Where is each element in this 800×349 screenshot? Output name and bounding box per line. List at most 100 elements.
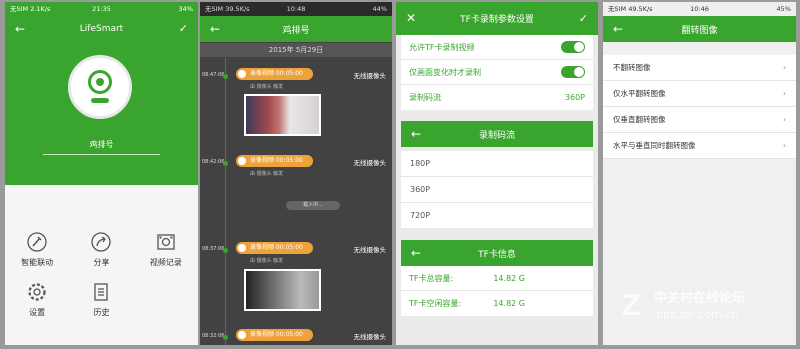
flip-option-none[interactable]: 不翻转图像 ›: [603, 55, 796, 81]
menu-label: 分享: [93, 258, 110, 267]
device-name[interactable]: 鸡排号: [5, 139, 198, 150]
menu-video-records[interactable]: 视频记录: [134, 227, 198, 268]
status-left: 无SIM 2.1K/s: [10, 5, 51, 13]
confirm-check-icon[interactable]: ✓: [179, 16, 188, 42]
record-pill[interactable]: 录像视频 00:05:00: [236, 155, 313, 167]
entry-camera: 无线摄像头: [353, 159, 387, 167]
free-capacity-row: TF卡空闲容量: 14.82 G: [401, 291, 593, 316]
back-arrow-icon[interactable]: ←: [411, 240, 421, 266]
watermark-line2: bbs.zol.com.cn: [656, 308, 738, 321]
entry-camera: 无线摄像头: [353, 333, 387, 341]
timeline-dot: [223, 74, 228, 79]
menu-settings[interactable]: 设置: [5, 277, 69, 318]
device-hero: 鸡排号: [5, 42, 198, 185]
section-title: TF卡信息: [478, 249, 516, 260]
status-battery: 44%: [372, 5, 387, 13]
timeline-dot: [223, 335, 228, 340]
date-header: 2015年 5月29日: [200, 43, 392, 57]
record-pill[interactable]: 录像视频 00:05:00: [236, 329, 313, 341]
video-thumbnail[interactable]: [244, 269, 321, 311]
chevron-right-icon: ›: [783, 63, 786, 72]
watermark-line1: 中关村在线论坛: [654, 290, 745, 306]
status-left: 无SIM 49.5K/s: [608, 5, 653, 13]
row-label: TF卡总容量:: [409, 273, 454, 283]
name-underline: [43, 154, 160, 155]
status-bar: 无SIM 39.5K/s 10:48 44%: [200, 2, 392, 16]
menu-label: 视频记录: [149, 258, 182, 267]
bitrate-option-360p[interactable]: 360P: [401, 177, 593, 203]
app-header: ← LifeSmart ✓: [5, 16, 198, 42]
row-label: 录制码流: [409, 93, 441, 102]
allow-record-row[interactable]: 允许TF卡录制视频: [401, 35, 593, 60]
entry-time: 08:42:06: [202, 159, 225, 165]
function-grid: 智能联动 分享 视频记录 设置 历史: [5, 227, 198, 318]
settings-card: 允许TF卡录制视频 仅画面变化时才录制 录制码流 360P: [401, 35, 593, 110]
bitrate-row[interactable]: 录制码流 360P: [401, 85, 593, 110]
entry-camera: 无线摄像头: [353, 72, 387, 80]
history-icon: [90, 281, 112, 303]
flip-option-both[interactable]: 水平与垂直同时翻转图像 ›: [603, 133, 796, 159]
status-bar: 无SIM 49.5K/s 10:46 45%: [603, 2, 796, 16]
bitrate-value: 360P: [564, 93, 585, 102]
option-label: 水平与垂直同时翻转图像: [613, 141, 696, 150]
back-arrow-icon[interactable]: ←: [411, 121, 421, 147]
chevron-right-icon: ›: [783, 89, 786, 98]
bitrate-header: ← 录制码流: [401, 121, 593, 147]
record-pill[interactable]: 录像视频 00:05:00: [236, 68, 313, 80]
status-left: 无SIM 39.5K/s: [205, 5, 250, 13]
entry-camera: 无线摄像头: [353, 246, 387, 254]
menu-label: 设置: [29, 308, 46, 317]
motion-record-toggle[interactable]: [561, 66, 585, 78]
bitrate-option-180p[interactable]: 180P: [401, 151, 593, 177]
back-arrow-icon[interactable]: ←: [613, 16, 623, 42]
gear-icon: [26, 281, 48, 303]
free-capacity-value: 14.82 G: [493, 299, 525, 308]
timeline-dot: [223, 248, 228, 253]
menu-smart-link[interactable]: 智能联动: [5, 227, 69, 268]
chevron-right-icon: ›: [783, 141, 786, 150]
svg-text:Z: Z: [622, 289, 640, 322]
back-arrow-icon[interactable]: ←: [210, 16, 220, 42]
flip-option-vertical[interactable]: 仅垂直翻转图像 ›: [603, 107, 796, 133]
entry-source: 由 摄像头 触发: [250, 171, 284, 177]
tf-info-header: ← TF卡信息: [401, 240, 593, 266]
timeline-dot: [223, 161, 228, 166]
close-icon[interactable]: ✕: [406, 2, 416, 35]
allow-record-toggle[interactable]: [561, 41, 585, 53]
app-header: ← 翻转图像: [603, 16, 796, 42]
row-label: TF卡空闲容量:: [409, 299, 462, 308]
status-bar: 无SIM 2.1K/s 21:35 34%: [5, 2, 198, 16]
entry-time: 08:32:06: [202, 333, 225, 339]
screen-video-timeline: 无SIM 39.5K/s 10:48 44% ← 鸡排号 2015年 5月29日…: [200, 2, 392, 345]
record-pill[interactable]: 录像视频 00:05:00: [236, 242, 313, 254]
status-battery: 45%: [776, 5, 791, 13]
forum-watermark: Z 中关村在线论坛 bbs.zol.com.cn: [604, 285, 794, 325]
menu-history[interactable]: 历史: [69, 277, 133, 318]
row-label: 允许TF卡录制视频: [409, 42, 475, 52]
entry-time: 08:37:06: [202, 246, 225, 252]
back-arrow-icon[interactable]: ←: [15, 16, 25, 42]
option-label: 仅垂直翻转图像: [613, 115, 666, 124]
entry-source: 由 摄像头 触发: [250, 258, 284, 264]
video-thumbnail[interactable]: [244, 94, 321, 136]
page-title: 翻转图像: [681, 25, 718, 36]
option-label: 仅水平翻转图像: [613, 89, 666, 98]
screen-device-home: 无SIM 2.1K/s 21:35 34% ← LifeSmart ✓ 鸡排号 …: [5, 2, 198, 345]
confirm-check-icon[interactable]: ✓: [579, 2, 588, 35]
share-icon: [90, 231, 112, 253]
status-battery: 34%: [178, 5, 193, 13]
app-header: ← 鸡排号: [200, 16, 392, 42]
option-label: 不翻转图像: [613, 63, 651, 72]
bitrate-option-720p[interactable]: 720P: [401, 203, 593, 229]
screen-tf-card-settings: ✕ TF卡录制参数设置 ✓ 允许TF卡录制视频 仅画面变化时才录制 录制码流 3…: [396, 2, 598, 345]
flip-option-horizontal[interactable]: 仅水平翻转图像 ›: [603, 81, 796, 107]
menu-share[interactable]: 分享: [69, 227, 133, 268]
loading-indicator: 载入中...: [286, 201, 340, 210]
settings-header: ✕ TF卡录制参数设置 ✓: [396, 2, 598, 35]
bitrate-options: 180P 360P 720P: [401, 151, 593, 229]
total-capacity-value: 14.82 G: [493, 273, 525, 283]
chevron-right-icon: ›: [783, 115, 786, 124]
motion-record-row[interactable]: 仅画面变化时才录制: [401, 60, 593, 85]
film-icon: [155, 231, 177, 253]
tf-info-card: TF卡总容量: 14.82 G TF卡空闲容量: 14.82 G: [401, 266, 593, 316]
